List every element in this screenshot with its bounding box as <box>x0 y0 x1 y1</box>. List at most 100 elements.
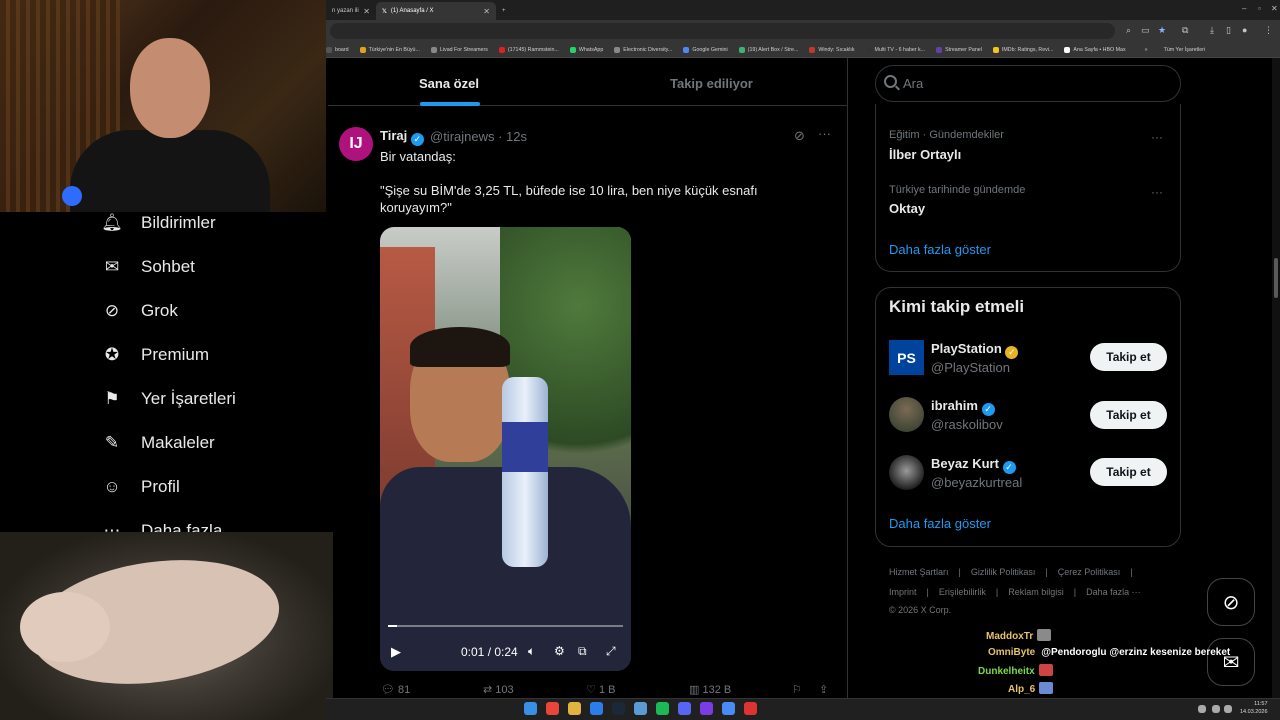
nav-item-makaleler[interactable]: ✎ Makaleler <box>101 432 215 454</box>
share-icon[interactable]: ⇪ <box>819 683 828 696</box>
trend-title[interactable]: İlber Ortaylı <box>889 147 961 162</box>
discord-icon[interactable] <box>678 702 691 715</box>
more-options-icon[interactable]: ··· <box>1151 130 1163 144</box>
video-progress-bar[interactable] <box>388 625 623 627</box>
nav-item-premium[interactable]: ✪ Premium <box>101 344 209 366</box>
tweet-avatar[interactable]: IJ <box>339 127 373 161</box>
more-options-icon[interactable]: ··· <box>818 126 831 141</box>
nav-item-profil[interactable]: ☺ Profil <box>101 476 179 498</box>
bookmark-item[interactable]: Multi TV - 6 haber k... <box>865 46 925 53</box>
bookmark-icon[interactable]: ⚐ <box>792 683 802 696</box>
footer-link[interactable]: Imprint <box>889 587 917 597</box>
address-input[interactable] <box>330 23 1115 39</box>
network-icon[interactable] <box>1212 705 1220 713</box>
scrollbar-thumb[interactable] <box>1274 258 1278 298</box>
playstation-avatar[interactable]: PS <box>889 340 924 375</box>
zoom-icon[interactable]: ⌕ <box>1126 25 1131 36</box>
nav-item-grok[interactable]: ⊘ Grok <box>101 300 178 322</box>
nav-item-sohbet[interactable]: ✉ Sohbet <box>101 256 195 278</box>
tweet-video[interactable] <box>380 227 631 671</box>
bookmark-item[interactable]: (19) Alert Box / Stre... <box>738 46 798 53</box>
tweet-author-name[interactable]: Tiraj ✓ <box>380 128 424 146</box>
footer-link[interactable]: Gizlilik Politikası <box>971 567 1036 577</box>
new-tab-button[interactable]: + <box>496 2 512 20</box>
footer-link[interactable]: Reklam bilgisi <box>1008 587 1064 597</box>
follow-button[interactable]: Takip et <box>1090 458 1167 486</box>
folder-icon[interactable] <box>568 702 581 715</box>
repost-button[interactable]: ⇄ 103 <box>483 683 514 696</box>
picture-in-picture-icon[interactable]: ⧉ <box>578 644 587 659</box>
play-icon[interactable]: ▶ <box>391 644 401 660</box>
footer-link[interactable]: Çerez Politikası <box>1058 567 1121 577</box>
app-icon[interactable] <box>590 702 603 715</box>
app-icon[interactable] <box>722 702 735 715</box>
account-name[interactable]: ibrahim ✓ <box>931 398 995 416</box>
cast-icon[interactable]: ▭ <box>1141 25 1150 36</box>
fullscreen-icon[interactable]: ⤢ <box>606 644 616 659</box>
more-options-icon[interactable]: ··· <box>1151 185 1163 199</box>
bookmark-item[interactable]: Türkiye'nin En Büyü... <box>359 46 420 53</box>
profile-icon[interactable]: ● <box>1242 25 1247 35</box>
messages-fab-button[interactable]: ✉ <box>1207 638 1255 686</box>
bookmark-item[interactable]: Windy: Sıcaklık <box>809 46 855 53</box>
account-name[interactable]: Beyaz Kurt ✓ <box>931 456 1016 474</box>
footer-link[interactable]: Erişilebilirlik <box>939 587 986 597</box>
menu-icon[interactable]: ⋮ <box>1264 25 1273 36</box>
close-window-icon[interactable]: ✕ <box>1271 4 1278 13</box>
taskbar-clock[interactable]: 11:57 14.03.2026 <box>1240 700 1268 716</box>
like-button[interactable]: ♡ 1 B <box>586 683 615 696</box>
bookmark-item[interactable]: board <box>326 46 349 53</box>
minimize-icon[interactable]: – <box>1242 4 1246 13</box>
tab-for-you[interactable]: Sana özel <box>419 76 479 91</box>
bookmark-item[interactable]: Streamer Panel <box>936 46 982 53</box>
who-to-follow-show-more-link[interactable]: Daha fazla göster <box>889 516 991 531</box>
nav-item-yer-i̇şaretleri[interactable]: ⚑ Yer İşaretleri <box>101 388 235 410</box>
views-button[interactable]: ▥ 132 B <box>689 683 731 696</box>
footer-link[interactable]: Daha fazla ··· <box>1086 587 1141 597</box>
download-icon[interactable]: ⤓ <box>1210 25 1214 36</box>
all-bookmarks-folder[interactable]: Tüm Yer İşaretleri <box>1164 47 1206 53</box>
bookmark-item[interactable]: Google Gemini <box>683 46 728 53</box>
settings-gear-icon[interactable]: ⚙ <box>554 644 565 658</box>
steam-icon[interactable] <box>612 702 625 715</box>
grok-fab-button[interactable]: ⊘ <box>1207 578 1255 626</box>
page-scrollbar[interactable] <box>1272 58 1280 700</box>
app-icon[interactable] <box>744 702 757 715</box>
split-view-icon[interactable]: ▯ <box>1226 25 1231 36</box>
extensions-icon[interactable]: ⧉ <box>1182 25 1188 36</box>
trend-title[interactable]: Oktay <box>889 201 925 216</box>
close-tab-icon[interactable]: ✕ <box>483 7 490 16</box>
volume-icon[interactable]: 🔈︎ <box>528 644 535 659</box>
volume-icon[interactable] <box>1224 705 1232 713</box>
star-icon[interactable]: ★ <box>1158 25 1166 36</box>
browser-tab-active[interactable]: 𝕏 (1) Anasayfa / X ✕ <box>376 2 496 20</box>
beyaz-kurt-avatar[interactable] <box>889 455 924 490</box>
follow-button[interactable]: Takip et <box>1090 401 1167 429</box>
nav-item-bildirimler[interactable]: 🔔︎ Bildirimler <box>101 212 215 234</box>
tweet-handle-time[interactable]: @tirajnews · 12s <box>430 129 527 144</box>
bookmarks-overflow-button[interactable]: » <box>1145 47 1148 53</box>
ibrahim-avatar[interactable] <box>889 397 924 432</box>
footer-link[interactable]: Hizmet Şartları <box>889 567 949 577</box>
browser-tab[interactable]: n yazan ili ✕ <box>326 2 376 20</box>
grok-icon[interactable]: ⊘ <box>794 128 805 144</box>
bookmark-item[interactable]: IMDb: Ratings, Revi... <box>992 46 1053 53</box>
tab-following[interactable]: Takip ediliyor <box>670 76 753 91</box>
start-icon[interactable] <box>524 702 537 715</box>
reply-button[interactable]: 💬︎ 81 <box>381 683 410 696</box>
bookmark-item[interactable]: (17145) Rammstein... <box>498 46 559 53</box>
chrome-icon[interactable] <box>546 702 559 715</box>
app-icon[interactable] <box>634 702 647 715</box>
bookmark-item[interactable]: Electronic Diversity... <box>614 46 672 53</box>
app-icon[interactable] <box>700 702 713 715</box>
maximize-icon[interactable]: ▫ <box>1258 4 1261 13</box>
bookmark-item[interactable]: Livad For Streamers <box>430 46 488 53</box>
spotify-icon[interactable] <box>656 702 669 715</box>
bookmark-item[interactable]: WhatsApp <box>569 46 603 53</box>
trends-show-more-link[interactable]: Daha fazla göster <box>889 242 991 257</box>
bookmark-item[interactable]: Ana Sayfa • HBO Max <box>1064 46 1126 53</box>
account-name[interactable]: PlayStation ✓ <box>931 341 1019 359</box>
close-tab-icon[interactable]: ✕ <box>363 7 370 16</box>
follow-button[interactable]: Takip et <box>1090 343 1167 371</box>
tray-up-icon[interactable] <box>1198 705 1206 713</box>
